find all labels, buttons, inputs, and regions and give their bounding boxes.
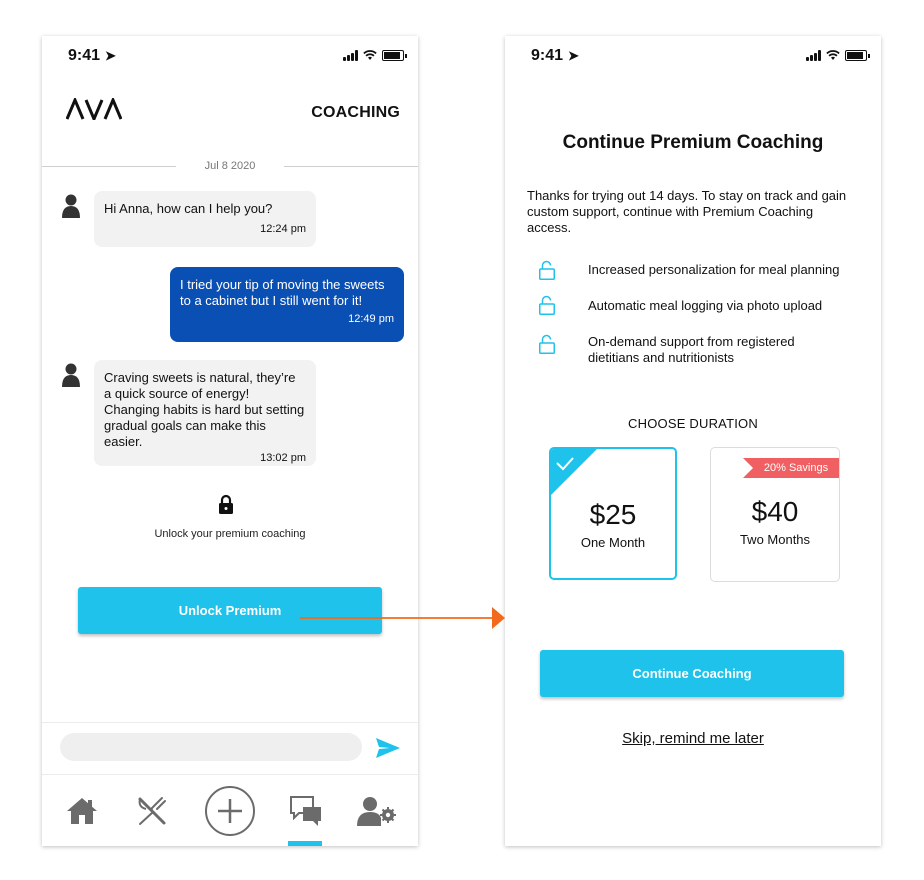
wifi-icon [363,50,377,60]
feature-text: On-demand support from registered dietit… [588,334,795,365]
location-arrow-icon: ➤ [105,48,116,63]
message-time: 12:49 pm [348,313,394,325]
continue-coaching-button[interactable]: Continue Coaching [540,650,844,697]
date-label: Jul 8 2020 [204,160,256,172]
chat-icon [290,796,321,826]
plan-period: One Month [580,535,646,550]
lock-icon [219,494,233,514]
feature-item: On-demand support from registered dietit… [539,334,869,366]
choose-duration-label: CHOOSE DURATION [628,416,758,431]
message-time: 13:02 pm [260,452,306,464]
signal-icon [343,50,358,61]
plus-circle-icon [205,786,255,836]
status-bar: 9:41 ➤ [505,36,881,76]
tab-profile[interactable] [356,775,398,847]
feature-text: Increased personalization for meal plann… [588,262,840,277]
plan-period: Two Months [739,532,811,547]
feature-text: Automatic meal logging via photo upload [588,298,823,313]
savings-badge: 20% Savings [743,458,839,478]
home-icon [67,798,97,824]
tab-add[interactable] [203,775,257,847]
feature-item: Increased personalization for meal plann… [539,260,869,280]
location-arrow-icon: ➤ [568,48,579,63]
status-time-wrap: 9:41 ➤ [68,47,116,65]
active-tab-indicator [288,841,322,846]
send-icon[interactable] [376,738,400,758]
chat-screen: 9:41 ➤ COACHING Jul 8 2020 Hi Anna, how c… [42,36,418,846]
message-time: 12:24 pm [260,223,306,235]
tab-coaching[interactable] [288,775,324,847]
coach-avatar-icon [62,194,80,218]
unlock-icon [539,260,555,280]
battery-icon [382,50,407,61]
status-time: 9:41 [68,47,101,64]
wifi-icon [826,50,840,60]
message-input[interactable] [60,733,362,761]
plan-one-month[interactable]: $25 One Month [549,447,677,580]
plan-two-months[interactable]: 20% Savings $40 Two Months [710,447,840,582]
message-text: Craving sweets is natural, they’re a qui… [104,370,305,449]
fork-knife-icon [138,797,166,825]
tab-bar [42,774,418,847]
message-text: Hi Anna, how can I help you? [104,201,273,216]
message-text: I tried your tip of moving the sweets to… [180,277,385,308]
checkmark-icon [551,449,597,495]
tab-meals[interactable] [134,775,170,847]
ava-logo [66,98,122,120]
message-bubble-user: I tried your tip of moving the sweets to… [170,267,404,342]
message-bubble-coach: Hi Anna, how can I help you? 12:24 pm [94,191,316,247]
feature-item: Automatic meal logging via photo upload [539,295,869,315]
status-time: 9:41 [531,47,564,64]
user-settings-icon [357,797,396,826]
coach-avatar-icon [62,363,80,387]
compose-bar [42,722,418,775]
unlock-icon [539,334,555,354]
flow-arrow-icon [300,607,505,629]
message-bubble-coach: Craving sweets is natural, they’re a qui… [94,360,316,466]
unlock-icon [539,295,555,315]
status-icons [343,50,407,61]
battery-icon [845,50,870,61]
status-bar: 9:41 ➤ [42,36,418,76]
plan-price: $25 [589,499,637,530]
page-title: COACHING [311,104,400,121]
premium-upsell-screen: 9:41 ➤ Continue Premium Coaching Thanks f… [505,36,881,846]
skip-remind-later-link[interactable]: Skip, remind me later [505,730,881,747]
status-time-wrap: 9:41 ➤ [531,47,579,65]
signal-icon [806,50,821,61]
intro-text: Thanks for trying out 14 days. To stay o… [527,188,847,235]
plan-price: $40 [751,496,799,527]
tab-home[interactable] [64,775,100,847]
status-icons [806,50,870,61]
page-title: Continue Premium Coaching [562,132,824,153]
date-divider: Jul 8 2020 [42,160,418,174]
unlock-message: Unlock your premium coaching [154,528,306,540]
